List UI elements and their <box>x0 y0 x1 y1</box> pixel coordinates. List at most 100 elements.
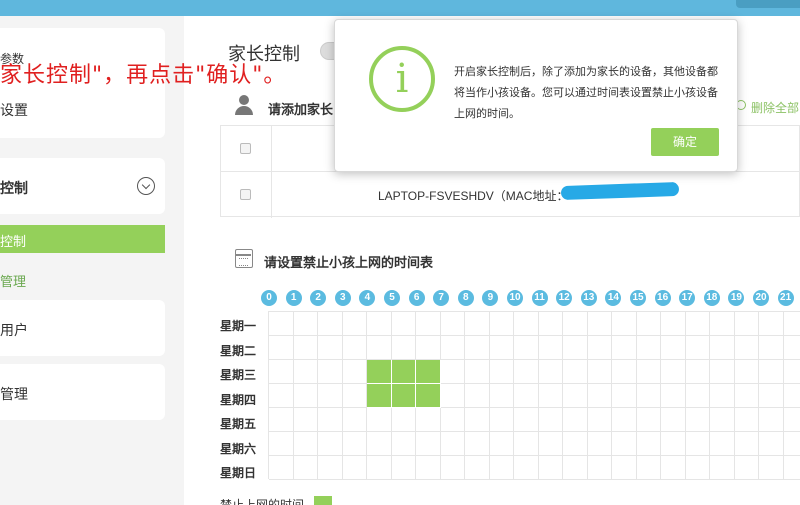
schedule-cell[interactable] <box>318 360 343 384</box>
schedule-cell[interactable] <box>783 432 800 456</box>
schedule-cell-blocked[interactable] <box>416 384 441 408</box>
schedule-cell[interactable] <box>783 384 800 408</box>
schedule-cell[interactable] <box>612 384 637 408</box>
schedule-cell[interactable] <box>710 456 735 480</box>
top-bar-button[interactable] <box>736 0 800 8</box>
schedule-cell[interactable] <box>416 312 441 336</box>
schedule-cell[interactable] <box>759 312 784 336</box>
schedule-cell[interactable] <box>293 408 318 432</box>
schedule-cell[interactable] <box>318 312 343 336</box>
schedule-cell[interactable] <box>685 432 710 456</box>
schedule-cell[interactable] <box>489 312 514 336</box>
schedule-cell[interactable] <box>636 432 661 456</box>
schedule-cell[interactable] <box>367 336 392 360</box>
schedule-cell[interactable] <box>440 312 465 336</box>
schedule-cell[interactable] <box>783 360 800 384</box>
schedule-cell[interactable] <box>538 384 563 408</box>
schedule-cell[interactable] <box>391 456 416 480</box>
schedule-cell[interactable] <box>269 456 294 480</box>
table-row[interactable]: LAPTOP-FSVESHDV（MAC地址： <box>221 172 799 218</box>
schedule-cell[interactable] <box>563 408 588 432</box>
schedule-cell[interactable] <box>416 336 441 360</box>
schedule-cell[interactable] <box>269 336 294 360</box>
schedule-cell[interactable] <box>318 432 343 456</box>
sidebar-item-control[interactable]: 控制 <box>0 178 28 198</box>
schedule-cell[interactable] <box>587 456 612 480</box>
schedule-cell[interactable] <box>514 408 539 432</box>
schedule-cell[interactable] <box>710 384 735 408</box>
schedule-cell[interactable] <box>391 408 416 432</box>
schedule-cell[interactable] <box>416 432 441 456</box>
schedule-cell[interactable] <box>587 312 612 336</box>
schedule-cell[interactable] <box>269 312 294 336</box>
schedule-cell[interactable] <box>514 360 539 384</box>
schedule-cell[interactable] <box>514 312 539 336</box>
sidebar-card-users[interactable]: 用户 <box>0 300 165 356</box>
schedule-cell[interactable] <box>318 384 343 408</box>
schedule-cell[interactable] <box>685 408 710 432</box>
sidebar-subitem-manage[interactable]: 管理 <box>0 271 26 290</box>
chevron-down-icon[interactable] <box>137 177 155 195</box>
schedule-cell[interactable] <box>612 336 637 360</box>
sidebar-card-control[interactable]: 控制 <box>0 158 165 214</box>
schedule-cell[interactable] <box>489 384 514 408</box>
schedule-cell-blocked[interactable] <box>367 384 392 408</box>
schedule-cell[interactable] <box>759 408 784 432</box>
sidebar-subitem-parental-control[interactable]: 控制 <box>0 225 165 253</box>
schedule-cell[interactable] <box>514 456 539 480</box>
schedule-cell[interactable] <box>759 360 784 384</box>
schedule-cell[interactable] <box>587 336 612 360</box>
schedule-cell[interactable] <box>636 336 661 360</box>
schedule-cell[interactable] <box>416 408 441 432</box>
schedule-cell-blocked[interactable] <box>391 360 416 384</box>
schedule-cell[interactable] <box>489 360 514 384</box>
schedule-cell[interactable] <box>514 432 539 456</box>
schedule-cell[interactable] <box>391 336 416 360</box>
select-all-checkbox[interactable] <box>240 143 251 154</box>
schedule-cell[interactable] <box>661 432 686 456</box>
schedule-cell[interactable] <box>734 432 759 456</box>
schedule-cell[interactable] <box>587 384 612 408</box>
schedule-cell[interactable] <box>734 312 759 336</box>
schedule-cell[interactable] <box>685 336 710 360</box>
schedule-cell-blocked[interactable] <box>367 360 392 384</box>
schedule-cell[interactable] <box>269 360 294 384</box>
schedule-cell[interactable] <box>636 360 661 384</box>
schedule-cell[interactable] <box>440 456 465 480</box>
schedule-cell[interactable] <box>318 456 343 480</box>
schedule-cell[interactable] <box>685 456 710 480</box>
schedule-cell[interactable] <box>465 408 490 432</box>
schedule-cell[interactable] <box>587 432 612 456</box>
sidebar-item-users[interactable]: 用户 <box>0 320 28 340</box>
schedule-cell[interactable] <box>440 336 465 360</box>
schedule-cell[interactable] <box>465 456 490 480</box>
schedule-cell[interactable] <box>734 408 759 432</box>
sidebar-card-manage[interactable]: 管理 <box>0 364 165 420</box>
schedule-cell[interactable] <box>783 312 800 336</box>
schedule-cell[interactable] <box>563 432 588 456</box>
schedule-cell[interactable] <box>612 432 637 456</box>
schedule-cell[interactable] <box>759 384 784 408</box>
schedule-cell[interactable] <box>636 384 661 408</box>
schedule-cell[interactable] <box>465 312 490 336</box>
schedule-cell[interactable] <box>269 432 294 456</box>
schedule-cell[interactable] <box>293 312 318 336</box>
schedule-cell[interactable] <box>514 336 539 360</box>
schedule-cell[interactable] <box>661 456 686 480</box>
schedule-cell[interactable] <box>636 408 661 432</box>
row-checkbox[interactable] <box>240 189 251 200</box>
schedule-cell[interactable] <box>293 336 318 360</box>
schedule-cell[interactable] <box>612 312 637 336</box>
schedule-cell[interactable] <box>293 360 318 384</box>
schedule-cell[interactable] <box>734 360 759 384</box>
schedule-cell[interactable] <box>587 360 612 384</box>
schedule-cell[interactable] <box>710 432 735 456</box>
schedule-cell[interactable] <box>538 432 563 456</box>
schedule-cell[interactable] <box>514 384 539 408</box>
schedule-cell[interactable] <box>342 312 367 336</box>
sidebar-item-settings[interactable]: 设置 <box>0 100 28 120</box>
schedule-cell[interactable] <box>783 408 800 432</box>
schedule-cell[interactable] <box>465 432 490 456</box>
schedule-cell[interactable] <box>538 360 563 384</box>
confirm-button[interactable]: 确定 <box>651 128 719 156</box>
